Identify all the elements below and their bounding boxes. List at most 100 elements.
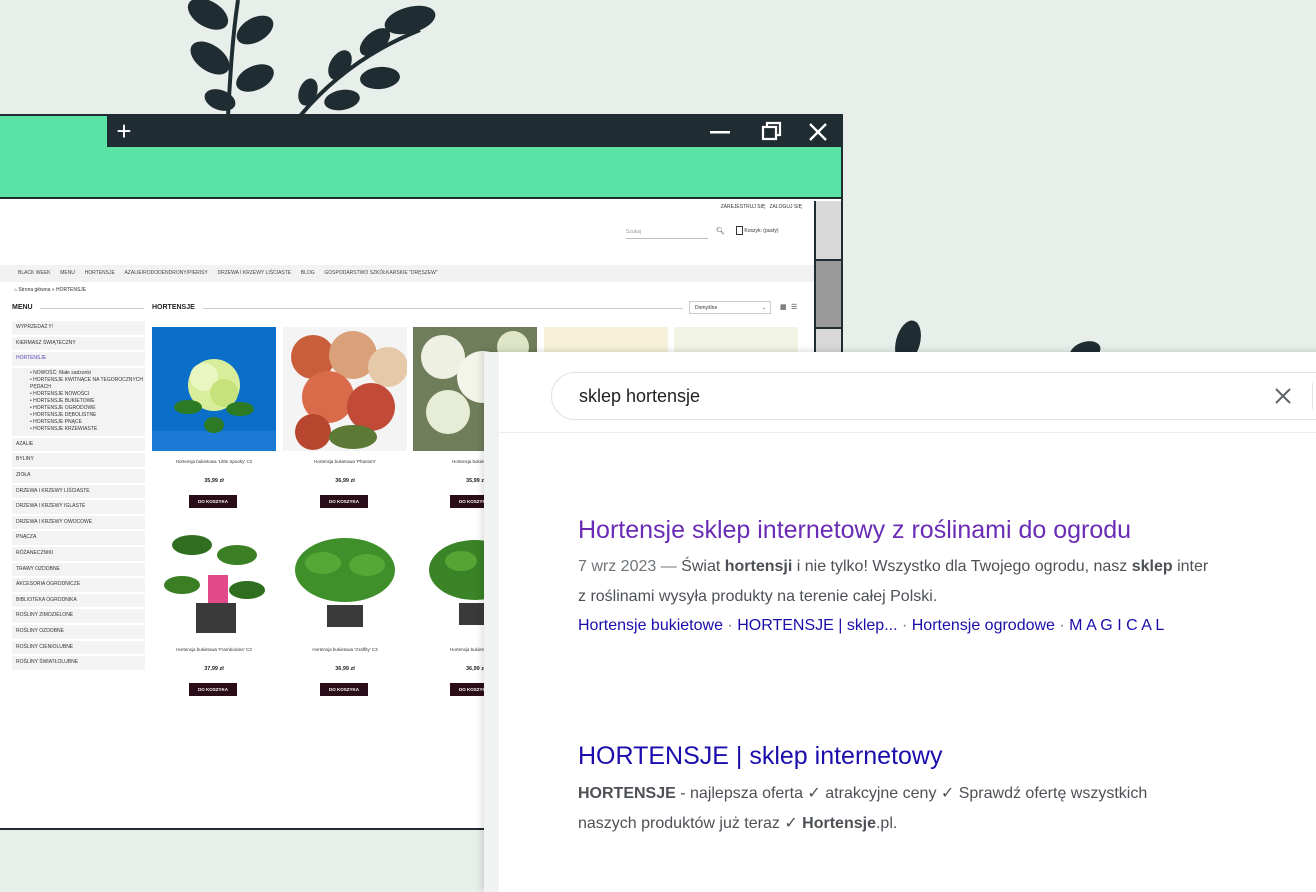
nav-black-week[interactable]: BLACK WEEK <box>18 270 51 276</box>
product-name[interactable]: Hortensja bukietowa 'Phantom' <box>283 459 407 464</box>
register-link[interactable]: ZAREJESTRUJ SIĘ <box>721 204 766 210</box>
menu-item[interactable]: BYLINY <box>12 453 145 467</box>
clear-search-icon[interactable] <box>1273 386 1293 406</box>
category-menu: WYPRZEDAŻ !!! KIERMASZ ŚWIĄTECZNY HORTEN… <box>12 321 145 809</box>
menu-item[interactable]: DRZEWA I KRZEWY LIŚCIASTE <box>12 484 145 499</box>
result-title[interactable]: Hortensje sklep internetowy z roślinami … <box>578 516 1131 545</box>
cart-link[interactable]: Koszyk: (pusty) <box>736 226 779 236</box>
submenu-label: HORTENSJE NOWOŚCI <box>33 390 90 397</box>
menu-item-kiermasz[interactable]: KIERMASZ ŚWIĄTECZNY <box>12 336 145 351</box>
nav-blog[interactable]: BLOG <box>301 270 315 276</box>
search-results-panel: sklep hortensje Hortensje sklep internet… <box>484 352 1316 892</box>
snippet-text: Świat <box>676 558 725 575</box>
header-divider <box>499 432 1316 433</box>
login-link[interactable]: ZALOGUJ SIĘ <box>769 204 802 210</box>
product-price: 36,99 zł <box>335 478 355 484</box>
menu-item[interactable]: ROŚLINY OZDOBNE <box>12 624 145 639</box>
menu-item[interactable]: ROŚLINY CIENIOLUBNE <box>12 640 145 655</box>
product-card[interactable]: Hortensja bukietowa 'Graffity' C3 36,99 … <box>283 515 407 696</box>
search-divider <box>1312 383 1313 409</box>
product-card[interactable]: Hortensja bukietowa 'Little Spooky' C2 3… <box>152 327 276 508</box>
cart-label: Koszyk: (pusty) <box>744 228 779 234</box>
sitelink[interactable]: HORTENSJE | sklep... <box>737 617 897 634</box>
menu-item[interactable]: AKCESORIA OGRODNICZE <box>12 578 145 592</box>
menu-item[interactable]: DRZEWA I KRZEWY IGLASTE <box>12 500 145 514</box>
add-to-cart-button[interactable]: DO KOSZYKA <box>189 495 237 508</box>
menu-item[interactable]: PNĄCZA <box>12 531 145 545</box>
minimize-icon[interactable] <box>703 116 737 147</box>
sitelink[interactable]: Hortensje ogrodowe <box>912 617 1055 634</box>
snippet-text: naszych produktów już teraz ✓ <box>578 815 803 832</box>
breadcrumb: ⌂ Strona główna » HORTENSJE <box>14 287 86 293</box>
product-image[interactable] <box>674 327 798 353</box>
menu-item[interactable]: AZALIE <box>12 437 145 452</box>
shop-search-input[interactable]: Szukaj <box>626 226 708 239</box>
search-placeholder: Szukaj <box>626 229 642 235</box>
close-window-icon[interactable] <box>801 116 835 147</box>
breadcrumb-separator: » <box>51 287 55 293</box>
nav-menu[interactable]: MENU <box>60 270 75 276</box>
sitelink[interactable]: Hortensje bukietowe <box>578 617 723 634</box>
menu-item[interactable]: RÓŻANECZNIKI <box>12 546 145 561</box>
submenu-item[interactable]: • HORTENSJE PNĄCE <box>12 418 145 426</box>
product-price: 37,99 zł <box>204 666 224 672</box>
address-bar[interactable] <box>0 147 841 199</box>
product-image[interactable] <box>152 515 276 639</box>
result-snippet: 7 wrz 2023 — Świat hortensji i nie tylko… <box>578 552 1208 581</box>
sort-value: Domyślne <box>695 305 718 311</box>
product-card[interactable]: Hortensja bukietowa 'Phantom' 36,99 zł D… <box>283 327 408 508</box>
menu-item[interactable]: ROŚLINY ZIMOZIELONE <box>12 609 145 623</box>
sitelinks: Hortensje bukietowe · HORTENSJE | sklep.… <box>578 617 1164 635</box>
menu-item[interactable]: ROŚLINY ŚWIATŁOLUBNE <box>12 656 145 670</box>
submenu-item[interactable]: • HORTENSJE DĘBOLISTNE <box>12 411 145 419</box>
result-snippet-line2: naszych produktów już teraz ✓ Hortensje.… <box>578 809 897 838</box>
grid-view-icon[interactable]: ▦ <box>780 303 787 311</box>
product-image[interactable] <box>283 515 407 639</box>
breadcrumb-home[interactable]: Strona główna <box>18 287 50 293</box>
menu-item[interactable]: TRAWY OZDOBNE <box>12 562 145 577</box>
menu-item-wyprzedaz[interactable]: WYPRZEDAŻ !!! <box>12 321 145 335</box>
product-image[interactable] <box>544 327 668 353</box>
search-query[interactable]: sklep hortensje <box>579 386 700 407</box>
submenu-item[interactable]: • HORTENSJE OGRODOWE <box>12 404 145 412</box>
submenu-item[interactable]: • HORTENSJE BUKIETOWE <box>12 397 145 405</box>
submenu-item[interactable]: • HORTENSJE KRZEWIASTE <box>12 425 145 433</box>
nav-azalie[interactable]: AZALIE/RODODENDRONY/PIERISY <box>124 270 207 276</box>
submenu-item[interactable]: • HORTENSJE NOWOŚCI <box>12 390 145 398</box>
product-name[interactable]: Hortensja bukietowa 'Little Spooky' C2 <box>152 459 276 464</box>
list-view-icon[interactable]: ☰ <box>791 303 797 311</box>
snippet-text: - najlepsza oferta ✓ atrakcyjne ceny ✓ S… <box>675 785 1148 802</box>
menu-item[interactable]: DRZEWA I KRZEWY OWOCOWE <box>12 515 145 530</box>
result-title[interactable]: HORTENSJE | sklep internetowy <box>578 742 943 771</box>
section-heading: HORTENSJE <box>152 304 195 311</box>
menu-item[interactable]: ZIOŁA <box>12 468 145 483</box>
product-image[interactable] <box>283 327 408 451</box>
new-tab-icon[interactable]: + <box>107 116 141 147</box>
submenu-item[interactable]: • HORTENSJE KWITNĄCE NA TEGOROCZNYCH PĘD… <box>12 376 145 391</box>
panel-edge <box>484 352 499 892</box>
sort-select[interactable]: Domyślne ⌄ <box>689 301 771 314</box>
account-links: ZAREJESTRUJ SIĘ ZALOGUJ SIĘ <box>721 204 802 210</box>
restore-icon[interactable] <box>755 116 789 147</box>
nav-gospodarstwo[interactable]: GOSPODARSTWO SZKÓŁKARSKIE "DRĘSZEW" <box>324 270 437 276</box>
active-tab[interactable] <box>0 116 107 147</box>
add-to-cart-button[interactable]: DO KOSZYKA <box>189 683 237 696</box>
google-search-box[interactable]: sklep hortensje <box>551 372 1316 420</box>
search-icon[interactable]: 🔍︎ <box>716 227 725 235</box>
menu-item-hortensje[interactable]: HORTENSJE <box>12 352 145 366</box>
product-card[interactable]: Hortensja bukietowa 'Framboisine' C3 37,… <box>152 515 276 696</box>
nav-hortensje[interactable]: HORTENSJE <box>85 270 115 276</box>
tab-bar: + <box>0 116 841 147</box>
product-price: 35,99 zł <box>204 478 224 484</box>
submenu-item[interactable]: • NOWOŚĆ: Małe sadzonki <box>12 369 145 377</box>
scroll-thumb[interactable] <box>816 259 841 329</box>
product-image[interactable] <box>152 327 276 451</box>
product-name[interactable]: Hortensja bukietowa 'Graffity' C3 <box>283 647 407 652</box>
product-name[interactable]: Hortensja bukietowa 'Framboisine' C3 <box>152 647 276 652</box>
leaf-decoration-right <box>895 320 1101 354</box>
menu-item[interactable]: BIBLIOTEKA OGRODNIKA <box>12 593 145 608</box>
nav-drzewa[interactable]: DRZEWA I KRZEWY LIŚCIASTE <box>218 270 292 276</box>
sitelink[interactable]: M A G I C A L <box>1069 617 1164 634</box>
add-to-cart-button[interactable]: DO KOSZYKA <box>320 495 368 508</box>
add-to-cart-button[interactable]: DO KOSZYKA <box>320 683 368 696</box>
